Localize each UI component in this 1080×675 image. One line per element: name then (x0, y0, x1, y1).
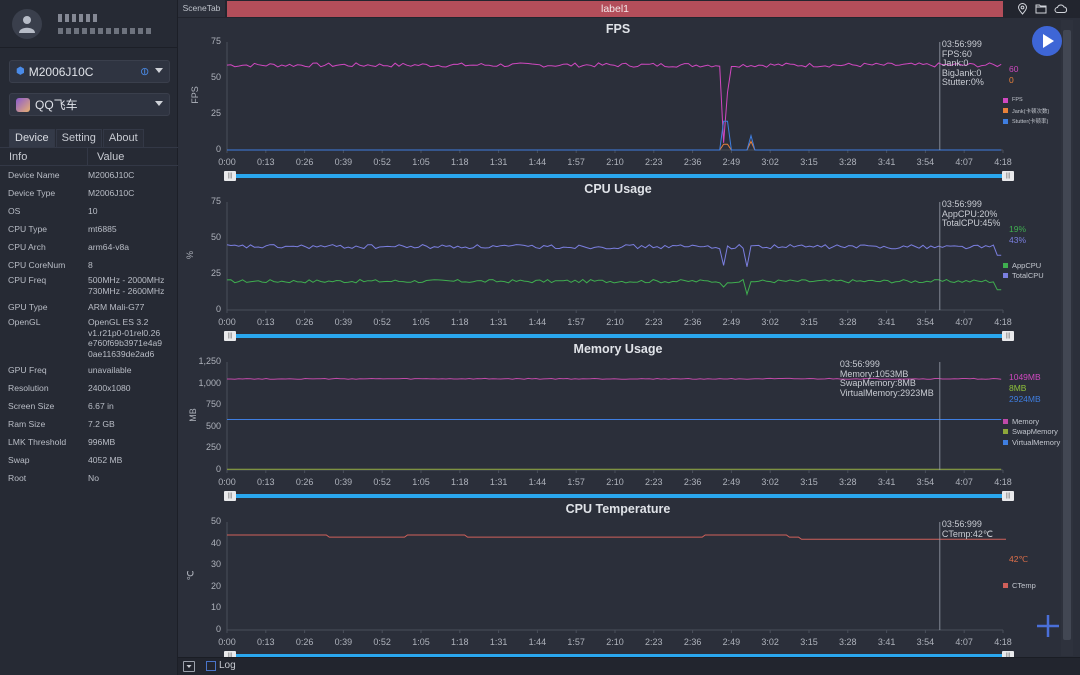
value-column-header[interactable]: Value (88, 148, 124, 165)
chart-legend: CTemp (1003, 580, 1036, 591)
user-icon (19, 15, 35, 33)
info-row: CPU Arch arm64-v8a (0, 239, 178, 257)
add-chart-button[interactable] (1036, 614, 1060, 638)
app-select[interactable]: QQ飞车 (9, 93, 170, 116)
tab-about[interactable]: About (102, 129, 144, 147)
info-value: OpenGL ES 3.2 v1.r21p0-01rel0.26 e760f69… (88, 317, 163, 359)
plus-icon (1037, 615, 1059, 637)
info-row: Screen Size 6.67 in (0, 398, 178, 416)
scene-tab[interactable]: SceneTab (178, 0, 225, 17)
info-value: 10 (88, 206, 98, 216)
info-key: OpenGL (8, 317, 41, 327)
series-line-ctemp (227, 534, 1006, 540)
folder-icon[interactable] (1035, 3, 1047, 14)
collapse-button[interactable] (183, 661, 195, 672)
info-value: No (88, 473, 99, 483)
chevron-down-icon (155, 101, 163, 106)
cloud-icon[interactable] (1054, 3, 1068, 14)
info-key: GPU Freq (8, 365, 47, 375)
legend-swatch (1003, 582, 1008, 588)
info-key: OS (8, 206, 21, 216)
info-key: Device Type (8, 188, 56, 198)
legend-label: CTemp (1012, 580, 1036, 590)
log-label[interactable]: Log (219, 660, 236, 671)
device-select-value: M2006J10C (28, 64, 94, 79)
info-key: CPU Type (8, 224, 48, 234)
triangle-down-icon (186, 665, 192, 668)
scene-label-bar[interactable]: label1 (227, 1, 1003, 17)
info-row: LMK Threshold 996MB (0, 434, 178, 452)
bottom-bar: Log (178, 657, 1080, 675)
info-key: CPU Freq (8, 275, 47, 285)
info-key: GPU Type (8, 302, 48, 312)
top-bar: SceneTab label1 (178, 0, 1080, 18)
info-row: Device Type M2006J10C (0, 185, 178, 203)
info-row: OS 10 (0, 203, 178, 221)
android-icon: ⬢ (16, 66, 25, 77)
info-value: M2006J10C (88, 188, 135, 198)
avatar[interactable] (12, 8, 42, 39)
vertical-scrollbar[interactable] (1061, 20, 1073, 656)
info-value: arm64-v8a (88, 242, 130, 252)
info-value: 500MHz - 2000MHz 730MHz - 2600MHz (88, 275, 165, 296)
scrollbar-thumb[interactable] (1063, 30, 1071, 640)
sidebar: ⬢ M2006J10C ⊘ QQ飞车 Device Setting About … (0, 0, 178, 675)
info-row: CPU Type mt6885 (0, 221, 178, 239)
info-table: Device Name M2006J10C Device Type M2006J10C… (0, 167, 178, 488)
user-name-redacted (58, 13, 154, 34)
user-profile[interactable] (0, 0, 177, 48)
info-key: Device Name (8, 170, 60, 180)
log-checkbox[interactable] (206, 661, 216, 671)
device-select[interactable]: ⬢ M2006J10C ⊘ (9, 60, 170, 83)
info-key: LMK Threshold (8, 437, 67, 447)
info-key: Swap (8, 455, 30, 465)
info-row: GPU Freq unavailable (0, 362, 178, 380)
info-table-header: Info Value (0, 147, 178, 166)
location-icon[interactable] (1017, 3, 1028, 15)
info-row: CPU CoreNum 8 (0, 257, 178, 275)
info-key: CPU CoreNum (8, 260, 66, 270)
info-column-header[interactable]: Info (0, 148, 88, 165)
info-value: 4052 MB (88, 455, 123, 465)
app-icon (16, 97, 30, 112)
link-icon[interactable]: ⊘ (137, 64, 152, 79)
info-value: mt6885 (88, 224, 117, 234)
info-key: Root (8, 473, 27, 483)
tab-device[interactable]: Device (9, 129, 55, 147)
cursor-tooltip: 03:56:999 CTemp:42℃ (941, 519, 993, 539)
current-value-label: 42℃ (1009, 554, 1029, 564)
chevron-down-icon (155, 68, 163, 73)
legend-item[interactable]: CTemp (1003, 580, 1036, 591)
info-row: Device Name M2006J10C (0, 167, 178, 185)
info-value: 6.67 in (88, 401, 114, 411)
info-key: Screen Size (8, 401, 55, 411)
axis-line (226, 522, 1004, 633)
info-row: Resolution 2400x1080 (0, 380, 178, 398)
info-key: Resolution (8, 383, 49, 393)
info-row: Ram Size 7.2 GB (0, 416, 178, 434)
info-value: ARM Mali-G77 (88, 302, 145, 312)
chart-plot (226, 522, 1006, 633)
info-row: Root No (0, 470, 178, 488)
info-value: unavailable (88, 365, 132, 375)
app-select-value: QQ飞车 (35, 98, 78, 112)
play-icon (1043, 34, 1054, 48)
info-row: GPU Type ARM Mali-G77 (0, 299, 178, 317)
info-key: Ram Size (8, 419, 46, 429)
info-row: OpenGL OpenGL ES 3.2 v1.r21p0-01rel0.26 e… (0, 317, 178, 362)
info-value: 2400x1080 (88, 383, 131, 393)
info-value: 8 (88, 260, 93, 270)
info-row: Swap 4052 MB (0, 452, 178, 470)
info-key: CPU Arch (8, 242, 46, 252)
info-row: CPU Freq 500MHz - 2000MHz 730MHz - 2600MH… (0, 275, 178, 299)
tab-setting[interactable]: Setting (55, 129, 102, 147)
sidebar-tabs: Device Setting About (9, 129, 145, 147)
info-value: 7.2 GB (88, 419, 115, 429)
charts-panel: FPS FPS 0 25 50 75 0:00 0:13 0:26 0:39 0:52 1:05 1:1… (178, 18, 1060, 661)
info-value: 996MB (88, 437, 116, 447)
app-window: ⬢ M2006J10C ⊘ QQ飞车 Device Setting About … (0, 0, 1080, 675)
info-value: M2006J10C (88, 170, 135, 180)
play-button[interactable] (1032, 26, 1062, 56)
